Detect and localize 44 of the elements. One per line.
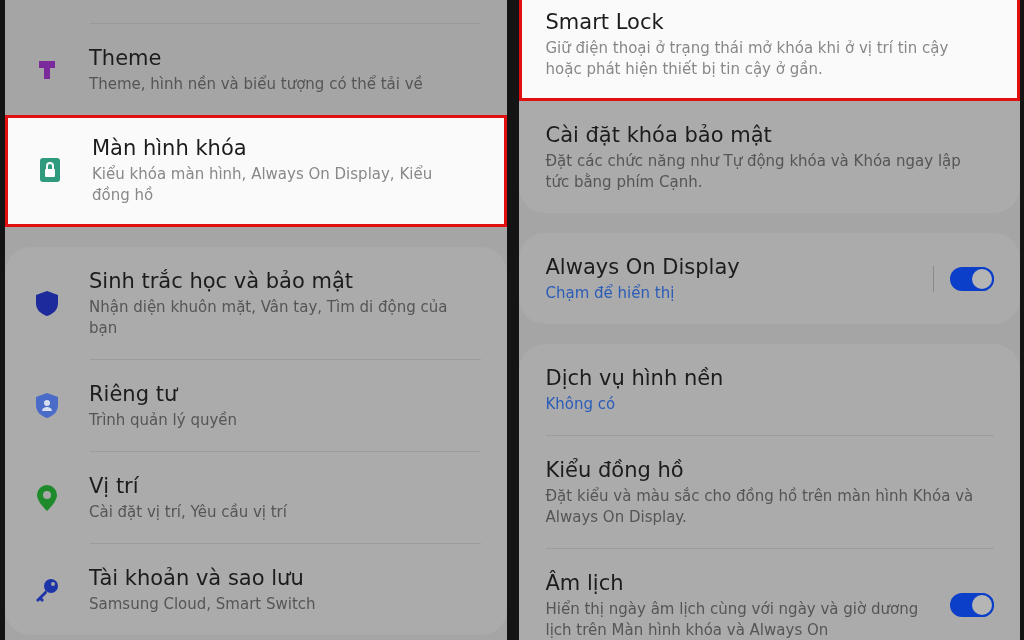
setting-description: Hiển thị ngày âm lịch cùng với ngày và giờ dương lịch trên Màn hình khóa và Always On — [545, 599, 920, 640]
settings-item[interactable]: Sinh trắc học và bảo mật Nhận diện khuôn mặt, Vân tay, Tìm di động của bạn — [5, 247, 507, 359]
toggle-switch[interactable] — [950, 266, 994, 291]
setting-title: Theme — [89, 45, 163, 72]
settings-item[interactable]: Theme Theme, hình nền và biểu tượng có thể tải về — [5, 24, 507, 115]
setting-title: Dịch vụ hình nền — [545, 365, 725, 392]
shield-icon — [36, 290, 58, 316]
settings-item[interactable]: Cài đặt khóa bảo mật Đặt các chức năng như Tự động khóa và Khóa ngay lập tức bằng phím Cạnh. — [518, 101, 1020, 213]
setting-title: Tài khoản và sao lưu — [89, 565, 305, 592]
setting-title: Âm lịch — [545, 569, 625, 597]
setting-description: Trình quản lý quyền — [89, 410, 239, 431]
highlighted-settings-item[interactable]: Màn hình khóa Kiểu khóa màn hình, Always On Display, Kiểu đồng hồ — [5, 115, 507, 227]
setting-description: Cài đặt vị trí, Yêu cầu vị trí — [89, 502, 288, 523]
setting-title: Always On Display — [545, 254, 741, 281]
setting-description: Kiểu khóa màn hình, Always On Display, Kiểu đồng hồ — [92, 164, 434, 206]
setting-title: Smart Lock — [545, 9, 665, 36]
setting-description: Samsung Cloud, Smart Switch — [89, 594, 317, 615]
setting-value: Chạm để hiển thị — [545, 283, 676, 304]
settings-item[interactable]: Riêng tư Trình quản lý quyền — [5, 360, 507, 451]
setting-description: Nhận diện khuôn mặt, Vân tay, Tìm di động của bạn — [89, 297, 449, 339]
key-icon — [34, 576, 60, 603]
setting-description: Đặt kiểu và màu sắc cho đồng hồ trên màn hình Khóa và Always On Display. — [545, 486, 975, 528]
setting-title: Sinh trắc học và bảo mật — [89, 268, 355, 295]
setting-title: Riêng tư — [89, 381, 180, 408]
settings-item[interactable]: Âm lịch Hiển thị ngày âm lịch cùng với ngày và giờ dương lịch trên Màn hình khóa và Always On — [518, 549, 1020, 640]
setting-title: Kiểu đồng hồ — [545, 457, 685, 484]
setting-title: Vị trí — [89, 473, 140, 500]
brush-icon — [38, 58, 56, 81]
setting-description: Giữ điện thoại ở trạng thái mở khóa khi ở vị trí tin cậy hoặc phát hiện thiết bị tin cậy ở gần. — [545, 38, 950, 80]
settings-item[interactable]: Tài khoản và sao lưu Samsung Cloud, Smart Switch — [5, 544, 507, 635]
setting-description: Đặt các chức năng như Tự động khóa và Khóa ngay lập tức bằng phím Cạnh. — [545, 151, 962, 193]
settings-item[interactable]: Kiểu đồng hồ Đặt kiểu và màu sắc cho đồng hồ trên màn hình Khóa và Always On Display. — [518, 436, 1020, 548]
setting-description: Theme, hình nền và biểu tượng có thể tải về — [89, 74, 424, 95]
setting-title: Màn hình khóa — [92, 135, 248, 162]
toggle-switch[interactable] — [950, 593, 994, 617]
settings-item[interactable]: Always On Display Chạm để hiển thị — [518, 233, 1020, 324]
highlighted-settings-item[interactable]: Smart Lock Giữ điện thoại ở trạng thái mở khóa khi ở vị trí tin cậy hoặc phát hiện thiết bị tin cậy ở gần. — [518, 0, 1020, 101]
location-pin-icon — [37, 484, 57, 511]
setting-title: Cài đặt khóa bảo mật — [545, 122, 773, 149]
setting-value: Không có — [545, 394, 617, 415]
settings-item[interactable]: Dịch vụ hình nền Không có — [518, 344, 1020, 435]
user-shield-icon — [36, 393, 58, 418]
lock-icon — [40, 158, 60, 182]
settings-item[interactable]: Vị trí Cài đặt vị trí, Yêu cầu vị trí — [5, 452, 507, 543]
